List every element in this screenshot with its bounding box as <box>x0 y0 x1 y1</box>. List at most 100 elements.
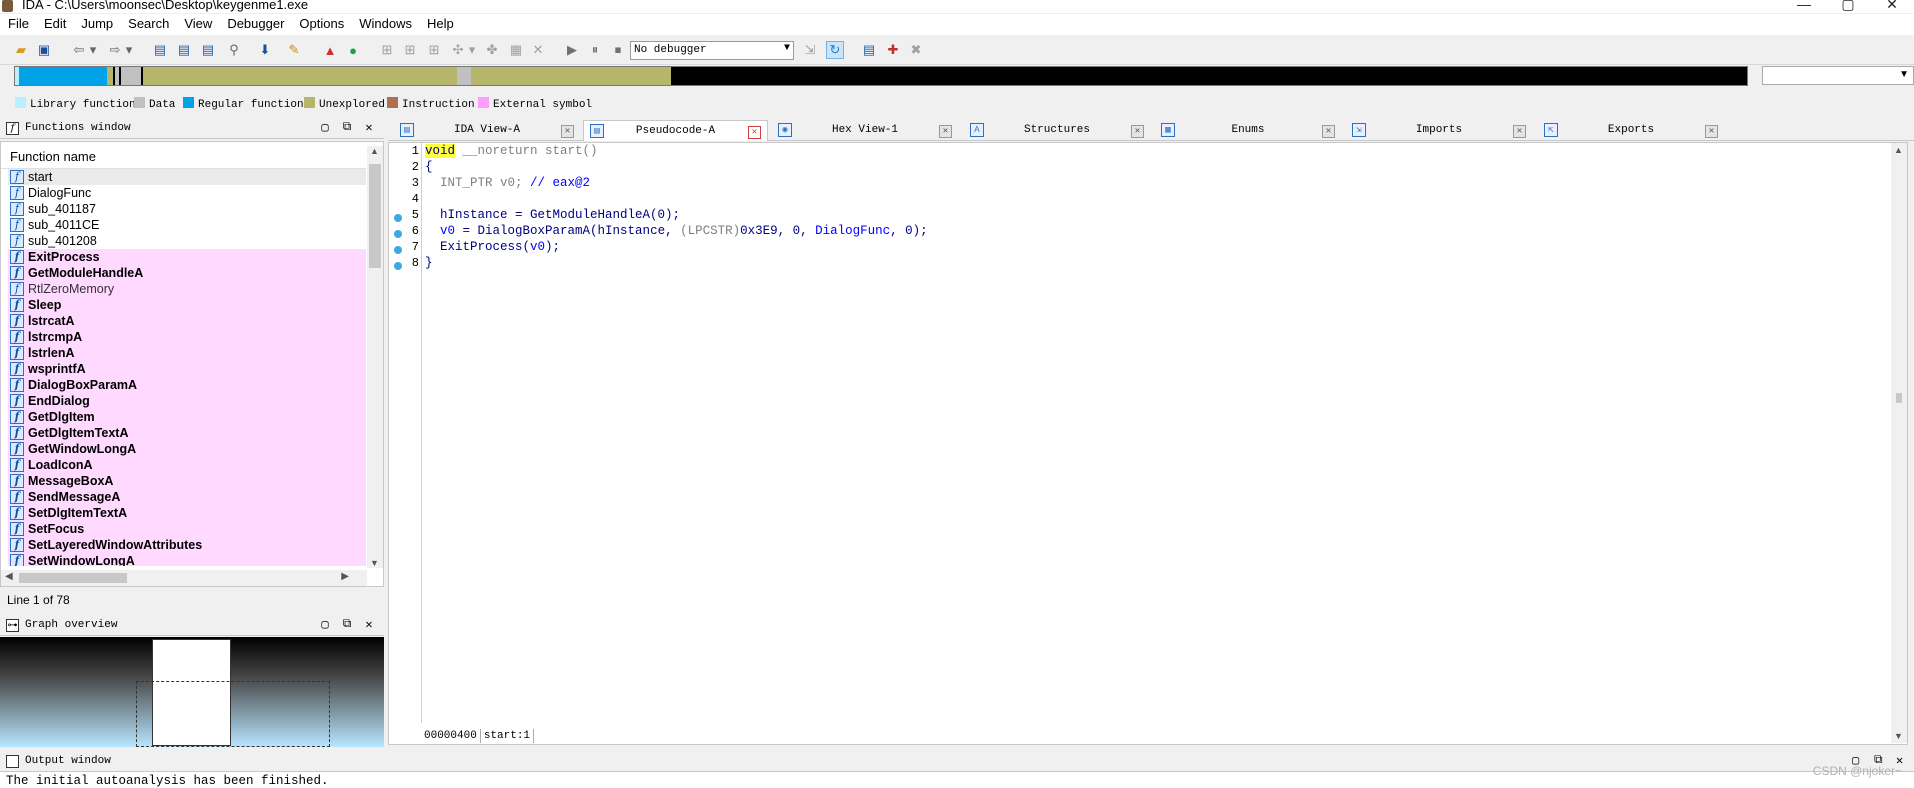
menu-help[interactable]: Help <box>419 14 461 31</box>
function-list-item[interactable]: f LoadIconA <box>8 457 366 473</box>
function-list-item[interactable]: f DialogBoxParamA <box>8 377 366 393</box>
add-breakpoint-icon[interactable]: ✚ <box>884 41 902 59</box>
open-folder-icon[interactable]: ▰ <box>12 41 30 59</box>
code-line[interactable]: v0 = DialogBoxParamA(hInstance, (LPCSTR)… <box>425 224 928 240</box>
graph-overview[interactable] <box>0 637 384 747</box>
tab-imports[interactable]: ⇲ Imports ✕ <box>1346 120 1532 141</box>
debugger-select[interactable]: No debugger ▼ <box>630 41 794 60</box>
create-struct-icon[interactable]: ⊞ <box>425 41 443 59</box>
function-list-item[interactable]: f RtlZeroMemory <box>8 281 366 297</box>
navigation-band[interactable] <box>14 66 1748 86</box>
minimize-button[interactable]: — <box>1784 0 1824 12</box>
plugin-icon[interactable]: ✤ <box>483 41 501 59</box>
breakpoint-dot-icon[interactable] <box>394 214 402 222</box>
scroll-up-icon[interactable]: ▲ <box>1894 145 1903 155</box>
scroll-down-icon[interactable]: ▼ <box>370 558 379 568</box>
function-list-item[interactable]: f start <box>8 169 366 185</box>
menu-file[interactable]: File <box>0 14 36 31</box>
close-tab-icon[interactable]: ✕ <box>1513 125 1526 138</box>
menu-windows[interactable]: Windows <box>351 14 419 31</box>
function-list-item[interactable]: f sub_4011CE <box>8 217 366 233</box>
function-list-item[interactable]: f sub_401208 <box>8 233 366 249</box>
menu-options[interactable]: Options <box>291 14 351 31</box>
scroll-thumb[interactable] <box>1896 393 1902 403</box>
menu-debugger[interactable]: Debugger <box>219 14 291 31</box>
warning-icon[interactable]: ▲ <box>321 41 339 59</box>
close-icon[interactable]: ✕ <box>361 617 377 632</box>
function-list-item[interactable]: f SetDlgItemTextA <box>8 505 366 521</box>
scroll-left-icon[interactable]: ◀ <box>5 571 13 582</box>
restore-icon[interactable]: ▢ <box>317 120 333 135</box>
code-line[interactable]: } <box>425 256 433 272</box>
scroll-thumb[interactable] <box>369 164 381 268</box>
function-list-item[interactable]: f MessageBoxA <box>8 473 366 489</box>
close-icon[interactable]: ✕ <box>361 120 377 135</box>
scroll-down-icon[interactable]: ▼ <box>1894 731 1903 741</box>
function-list-item[interactable]: f wsprintfA <box>8 361 366 377</box>
close-tab-icon[interactable]: ✕ <box>748 126 761 139</box>
breakpoint-list-icon[interactable]: ▤ <box>860 41 878 59</box>
tab-exports[interactable]: ⇱ Exports ✕ <box>1538 120 1724 141</box>
function-list-item[interactable]: f SetLayeredWindowAttributes <box>8 537 366 553</box>
menu-edit[interactable]: Edit <box>36 14 73 31</box>
save-icon[interactable]: ▣ <box>35 41 53 59</box>
function-list-item[interactable]: f lstrcatA <box>8 313 366 329</box>
function-list-item[interactable]: f ExitProcess <box>8 249 366 265</box>
find-all-icon[interactable]: ⚲ <box>225 41 243 59</box>
code-area[interactable]: void __noreturn start() { INT_PTR v0; //… <box>421 143 1885 723</box>
breakpoint-dot-icon[interactable] <box>394 262 402 270</box>
code-line[interactable]: { <box>425 160 433 176</box>
function-list-item[interactable]: f SendMessageA <box>8 489 366 505</box>
functions-horizontal-scrollbar[interactable]: ◀ ▶ <box>1 570 367 586</box>
pseudocode-editor[interactable]: 1 2 3 4 5 6 7 8 void __noreturn start() … <box>388 142 1908 745</box>
function-list-item[interactable]: f sub_401187 <box>8 201 366 217</box>
function-list-item[interactable]: f SetFocus <box>8 521 366 537</box>
binary-search-icon[interactable]: ▤ <box>151 41 169 59</box>
array-dropdown-icon[interactable]: ▾ <box>463 41 481 59</box>
define-code-icon[interactable]: ⊞ <box>378 41 396 59</box>
breakpoint-dot-icon[interactable] <box>394 246 402 254</box>
close-tab-icon[interactable]: ✕ <box>1322 125 1335 138</box>
tab-ida-view-a[interactable]: ▤ IDA View-A ✕ <box>394 120 580 141</box>
define-data-icon[interactable]: ⊞ <box>401 41 419 59</box>
pause-icon[interactable]: ⏸ <box>586 41 604 59</box>
stop-icon[interactable]: ⏹ <box>609 41 627 59</box>
close-tab-icon[interactable]: ✕ <box>939 125 952 138</box>
forward-dropdown-icon[interactable]: ▾ <box>120 41 138 59</box>
function-list-item[interactable]: f EndDialog <box>8 393 366 409</box>
next-search-icon[interactable]: ▤ <box>199 41 217 59</box>
text-search-icon[interactable]: ▤ <box>175 41 193 59</box>
menu-search[interactable]: Search <box>120 14 176 31</box>
tab-enums[interactable]: ▦ Enums ✕ <box>1155 120 1341 141</box>
float-icon[interactable]: ⧉ <box>339 617 355 631</box>
scroll-right-icon[interactable]: ▶ <box>341 571 349 582</box>
function-list-item[interactable]: f lstrlenA <box>8 345 366 361</box>
undefine-icon[interactable]: ✕ <box>529 41 547 59</box>
edit-function-icon[interactable]: ✎ <box>285 41 303 59</box>
hscroll-thumb[interactable] <box>19 573 127 583</box>
step-into-icon[interactable]: ⇲ <box>801 41 819 59</box>
close-window-button[interactable]: ✕ <box>1872 0 1912 13</box>
code-line[interactable]: INT_PTR v0; // eax@2 <box>425 176 590 192</box>
menu-jump[interactable]: Jump <box>73 14 120 31</box>
jump-down-icon[interactable]: ⬇ <box>256 41 274 59</box>
column-header-function-name[interactable]: Function name <box>1 142 366 169</box>
back-dropdown-icon[interactable]: ▾ <box>84 41 102 59</box>
code-line[interactable]: ExitProcess(v0); <box>425 240 560 256</box>
close-tab-icon[interactable]: ✕ <box>1705 125 1718 138</box>
function-list-item[interactable]: f GetWindowLongA <box>8 441 366 457</box>
close-tab-icon[interactable]: ✕ <box>1131 125 1144 138</box>
tab-hex-view-1[interactable]: ◉ Hex View-1 ✕ <box>772 120 958 141</box>
function-list-item[interactable]: f GetDlgItemTextA <box>8 425 366 441</box>
function-list-item[interactable]: f GetModuleHandleA <box>8 265 366 281</box>
function-list-item[interactable]: f lstrcmpA <box>8 329 366 345</box>
tab-structures[interactable]: A Structures ✕ <box>964 120 1150 141</box>
breakpoint-dot-icon[interactable] <box>394 230 402 238</box>
function-list-item[interactable]: f GetDlgItem <box>8 409 366 425</box>
delete-breakpoint-icon[interactable]: ✖ <box>907 41 925 59</box>
function-list-item[interactable]: f Sleep <box>8 297 366 313</box>
function-list-item[interactable]: f DialogFunc <box>8 185 366 201</box>
step-over-icon[interactable]: ↻ <box>826 41 844 59</box>
restore-icon[interactable]: ▢ <box>317 617 333 632</box>
patch-icon[interactable]: ▦ <box>507 41 525 59</box>
